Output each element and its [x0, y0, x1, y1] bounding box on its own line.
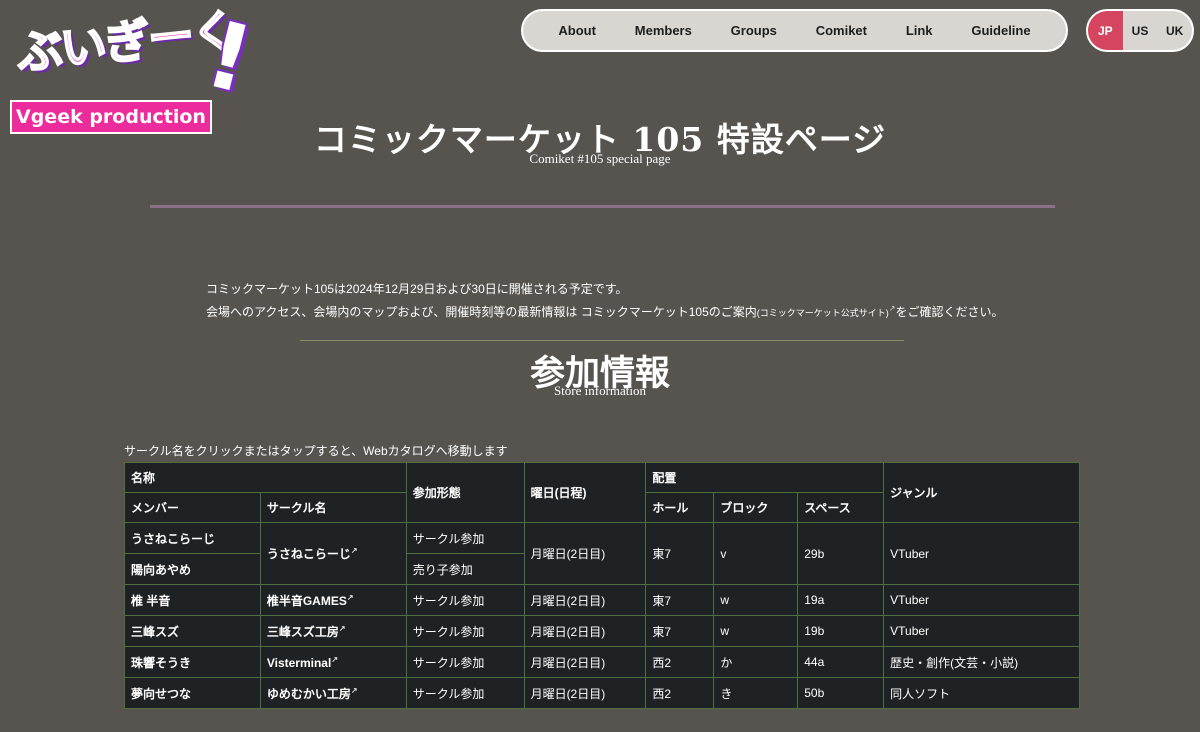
space-cell: 44a: [797, 646, 885, 678]
intro-line-2-prefix: 会場へのアクセス、会場内のマップおよび、開催時刻等の最新情報は: [206, 305, 581, 319]
participation-type: サークル参加: [405, 615, 525, 647]
space-cell: 50b: [797, 677, 885, 709]
participation-type: サークル参加: [405, 646, 525, 678]
circle-link[interactable]: Visterminal↗: [259, 646, 407, 678]
circle-link[interactable]: 三峰スズ工房↗: [259, 615, 407, 647]
table-row: 夢向せつな ゆめむかい工房↗ サークル参加 月曜日(2日目) 西2 き 50b …: [124, 677, 1080, 709]
block-cell: w: [713, 615, 799, 647]
circle-name: 三峰スズ工房: [266, 624, 339, 639]
hall-cell: 東7: [645, 584, 715, 616]
header-member: メンバー: [124, 492, 261, 523]
day-cell: 月曜日(2日目): [523, 522, 647, 585]
genre-cell: VTuber: [883, 522, 1080, 585]
block-cell: き: [713, 677, 799, 709]
participation-type: 売り子参加: [405, 553, 525, 585]
page-subtitle: Comiket #105 special page: [529, 151, 671, 166]
intro-text: コミックマーケット105は2024年12月29日および30日に開催される予定です…: [206, 279, 1004, 323]
space-cell: 19a: [797, 584, 885, 616]
day-cell: 月曜日(2日目): [523, 615, 647, 647]
block-cell: v: [713, 522, 799, 585]
header-participation: 参加形態: [405, 462, 525, 523]
circle-name: うさねこらーじ: [266, 547, 351, 561]
intro-line-1: コミックマーケット105は2024年12月29日および30日に開催される予定です…: [206, 282, 628, 296]
genre-cell: 歴史・創作(文芸・小説): [883, 646, 1080, 678]
table-row: うさねこらーじ うさねこらーじ↗ サークル参加 月曜日(2日目) 東7 v 29…: [124, 522, 1080, 585]
hall-cell: 西2: [645, 677, 715, 709]
member-name: 珠響そうき: [124, 646, 261, 678]
nav-members[interactable]: Members: [635, 23, 692, 38]
member-name: 夢向せつな: [124, 677, 261, 709]
nav-groups[interactable]: Groups: [731, 23, 777, 38]
header-circle: サークル名: [259, 492, 407, 523]
day-cell: 月曜日(2日目): [523, 646, 647, 678]
title-divider: [150, 205, 1055, 208]
member-name: 椎 半音: [124, 584, 261, 616]
circle-link[interactable]: ゆめむかい工房↗: [259, 677, 407, 709]
nav-guideline[interactable]: Guideline: [971, 23, 1030, 38]
hall-cell: 東7: [645, 615, 715, 647]
intro-line-2-suffix: をご確認ください。: [895, 305, 1004, 319]
lang-uk[interactable]: UK: [1157, 11, 1192, 50]
comiket-info-link[interactable]: コミックマーケット105のご案内(コミックマーケット公式サイト)↗: [580, 304, 896, 319]
table-row: 椎 半音 椎半音GAMES↗ サークル参加 月曜日(2日目) 東7 w 19a …: [124, 584, 1080, 616]
table-row: 珠響そうき Visterminal↗ サークル参加 月曜日(2日目) 西2 か …: [124, 646, 1080, 678]
circle-table: 名称 参加形態 曜日(日程) 配置 ジャンル メンバー サークル名 ホール ブロ…: [124, 462, 1080, 709]
space-cell: 29b: [797, 522, 885, 585]
table-row: 三峰スズ 三峰スズ工房↗ サークル参加 月曜日(2日目) 東7 w 19b VT…: [124, 615, 1080, 647]
header-placement: 配置: [645, 462, 885, 493]
external-link-icon: ↗: [331, 654, 339, 664]
participation-type: サークル参加: [405, 677, 525, 709]
circle-name: 椎半音GAMES: [266, 593, 347, 608]
main-nav: About Members Groups Comiket Link Guidel…: [521, 9, 1068, 52]
circle-name: Visterminal: [266, 655, 332, 670]
block-cell: w: [713, 584, 799, 616]
external-link-icon: ↗: [350, 685, 358, 695]
circle-link[interactable]: うさねこらーじ↗: [259, 522, 407, 585]
hall-cell: 西2: [645, 646, 715, 678]
day-cell: 月曜日(2日目): [523, 677, 647, 709]
member-name: 陽向あやめ: [124, 553, 261, 585]
nav-comiket[interactable]: Comiket: [816, 23, 867, 38]
lang-jp[interactable]: JP: [1088, 11, 1123, 50]
day-cell: 月曜日(2日目): [523, 584, 647, 616]
section-divider: [300, 340, 904, 341]
intro-line-2: 会場へのアクセス、会場内のマップおよび、開催時刻等の最新情報は コミックマーケッ…: [206, 299, 1004, 323]
member-name: うさねこらーじ: [124, 522, 261, 554]
circle-name: ゆめむかい工房: [266, 686, 351, 701]
section-subtitle: Store information: [553, 383, 647, 398]
external-link-icon: ↗: [338, 623, 346, 633]
member-name: 三峰スズ: [124, 615, 261, 647]
nav-link[interactable]: Link: [906, 23, 933, 38]
header-block: ブロック: [713, 492, 799, 523]
header-space: スペース: [797, 492, 885, 523]
table-note: サークル名をクリックまたはタップすると、Webカタログへ移動します: [124, 444, 508, 458]
header-name: 名称: [124, 462, 407, 493]
block-cell: か: [713, 646, 799, 678]
header-genre: ジャンル: [883, 462, 1080, 523]
participation-type: サークル参加: [405, 522, 525, 554]
nav-about[interactable]: About: [558, 23, 596, 38]
participation-type: サークル参加: [405, 584, 525, 616]
comiket-info-link-text: コミックマーケット105のご案内: [580, 305, 757, 319]
header-day: 曜日(日程): [523, 462, 647, 523]
circle-link[interactable]: 椎半音GAMES↗: [259, 584, 407, 616]
hall-cell: 東7: [645, 522, 715, 585]
header-hall: ホール: [645, 492, 715, 523]
external-link-icon: ↗: [350, 546, 358, 555]
space-cell: 19b: [797, 615, 885, 647]
language-switcher: JP US UK: [1086, 9, 1194, 52]
genre-cell: VTuber: [883, 584, 1080, 616]
comiket-info-link-note: (コミックマーケット公式サイト): [756, 308, 889, 318]
external-link-icon: ↗: [346, 592, 354, 602]
genre-cell: VTuber: [883, 615, 1080, 647]
lang-us[interactable]: US: [1123, 11, 1158, 50]
genre-cell: 同人ソフト: [883, 677, 1080, 709]
